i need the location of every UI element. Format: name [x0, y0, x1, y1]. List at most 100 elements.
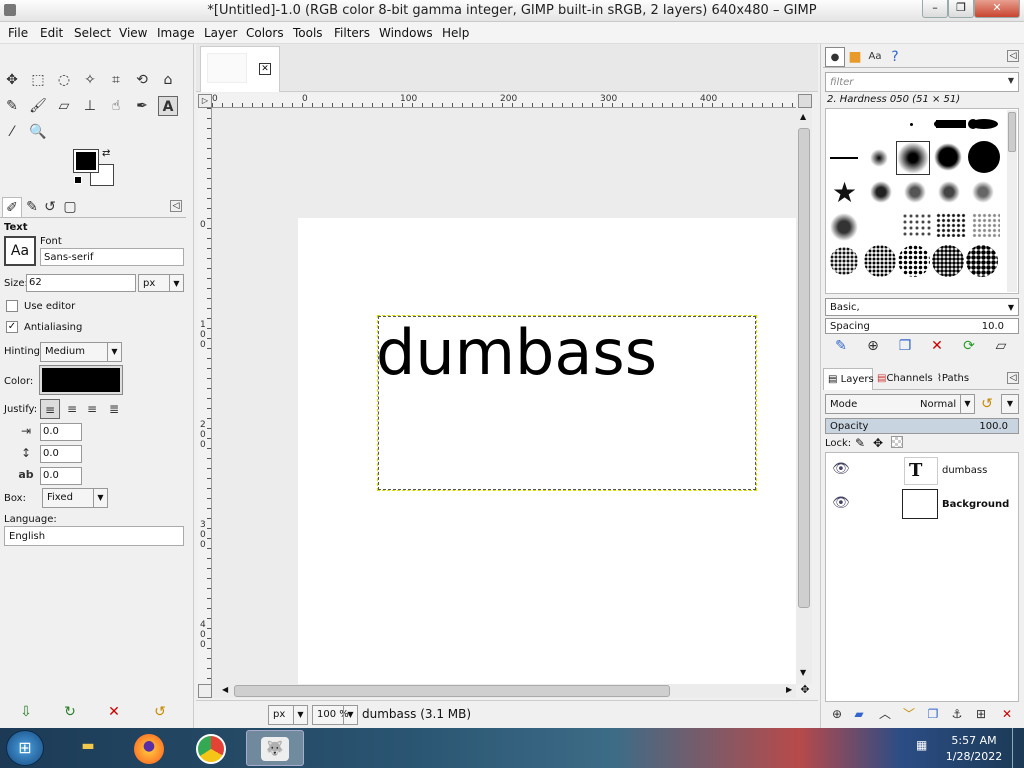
brush-item[interactable]: [972, 181, 994, 203]
minimize-button[interactable]: –: [922, 0, 948, 18]
layer-row[interactable]: 👁 Background: [826, 489, 1018, 521]
brush-item[interactable]: [936, 213, 966, 237]
layer-row[interactable]: 👁 T dumbass: [826, 455, 1018, 487]
brush-item[interactable]: [934, 143, 962, 171]
fuzzy-select-tool-icon[interactable]: ✧: [80, 70, 100, 90]
menu-help[interactable]: Help: [442, 26, 469, 40]
paintbrush-tool-icon[interactable]: 🖌: [28, 96, 48, 116]
letter-spacing-input[interactable]: 0.0: [40, 467, 82, 485]
zoom-focus-button[interactable]: [798, 94, 812, 108]
brushes-scrollbar[interactable]: [1007, 110, 1017, 292]
tab-layers[interactable]: ▤ Layers: [823, 368, 874, 390]
tab-menu-icon[interactable]: ◁: [170, 200, 182, 212]
zoom-tool-icon[interactable]: 🔍: [28, 122, 48, 142]
brushes-grid[interactable]: ★: [825, 108, 1019, 294]
new-brush-icon[interactable]: ⊕: [863, 336, 883, 356]
horizontal-ruler[interactable]: 0 0 100 200 300 400: [212, 94, 796, 108]
text-color-button[interactable]: [39, 365, 123, 395]
file-explorer-icon[interactable]: ▬: [70, 734, 106, 762]
tab-paths[interactable]: ⌇Paths: [935, 368, 985, 390]
language-input[interactable]: English: [4, 526, 184, 546]
start-button[interactable]: ⊞: [6, 730, 44, 766]
show-desktop-button[interactable]: [1012, 728, 1024, 768]
eraser-tool-icon[interactable]: ▱: [54, 96, 74, 116]
undo-history-tab-icon[interactable]: ↺: [40, 197, 60, 217]
color-picker-tool-icon[interactable]: ⁄: [2, 122, 22, 142]
warp-tool-icon[interactable]: ⌂: [158, 70, 178, 90]
brush-item[interactable]: [966, 245, 998, 277]
menu-windows[interactable]: Windows: [379, 26, 433, 40]
brush-item[interactable]: [972, 213, 1000, 237]
justify-fill-icon[interactable]: ≣: [104, 399, 124, 419]
brush-item[interactable]: [968, 141, 1000, 173]
layers-list[interactable]: 👁 T dumbass 👁 Background: [825, 452, 1019, 702]
refresh-brushes-icon[interactable]: ⟳: [959, 336, 979, 356]
brush-item[interactable]: [830, 247, 858, 275]
foreground-color-swatch[interactable]: [73, 149, 99, 173]
star-brush-icon[interactable]: ★: [832, 179, 857, 207]
font-preview-icon[interactable]: Aa: [4, 236, 36, 266]
delete-brush-icon[interactable]: ✕: [927, 336, 947, 356]
firefox-icon[interactable]: ●: [134, 734, 164, 764]
lower-layer-icon[interactable]: ﹀: [899, 704, 919, 724]
clone-tool-icon[interactable]: ⊥: [80, 96, 100, 116]
lasso-tool-icon[interactable]: ◌: [54, 70, 74, 90]
opacity-slider[interactable]: Opacity 100.0: [825, 418, 1019, 434]
restore-options-icon[interactable]: ↻: [60, 702, 80, 722]
vertical-ruler[interactable]: 0 100 200 300 400: [198, 108, 212, 684]
brush-item[interactable]: [830, 157, 858, 159]
spacing-slider[interactable]: Spacing 10.0: [825, 318, 1019, 334]
size-unit-select[interactable]: px ▼: [138, 274, 184, 292]
new-layer-group-icon[interactable]: ▰: [849, 704, 869, 724]
brush-item[interactable]: [970, 119, 998, 129]
network-icon[interactable]: ▦: [916, 738, 927, 752]
duplicate-layer-icon[interactable]: ❐: [923, 704, 943, 724]
brush-item[interactable]: [904, 181, 926, 203]
anchor-layer-icon[interactable]: ⚓: [947, 704, 967, 724]
device-status-tab-icon[interactable]: ✎: [22, 197, 42, 217]
justify-center-icon[interactable]: ≡: [82, 399, 102, 419]
crop-tool-icon[interactable]: ⌗: [106, 70, 126, 90]
wand-tool-icon[interactable]: ✎: [2, 96, 22, 116]
brush-item[interactable]: [870, 149, 888, 167]
lock-pixels-icon[interactable]: ✎: [855, 436, 865, 450]
open-brush-folder-icon[interactable]: ▱: [991, 336, 1011, 356]
brushes-scroll-thumb[interactable]: [1008, 112, 1016, 152]
help-tab-icon[interactable]: ?: [885, 47, 905, 67]
scroll-down-icon[interactable]: ▼: [800, 668, 806, 677]
menu-image[interactable]: Image: [157, 26, 195, 40]
scroll-right-icon[interactable]: ▶: [786, 685, 792, 694]
reset-options-icon[interactable]: ↺: [150, 702, 170, 722]
scroll-up-icon[interactable]: ▲: [800, 112, 806, 121]
brush-item[interactable]: [936, 120, 966, 128]
reset-mode-icon[interactable]: ↺: [977, 394, 997, 414]
lock-position-icon[interactable]: ✥: [873, 436, 883, 450]
duplicate-brush-icon[interactable]: ❐: [895, 336, 915, 356]
justify-right-icon[interactable]: ≡: [62, 399, 82, 419]
vertical-scrollbar[interactable]: ▲ ▼: [796, 108, 812, 684]
brush-item[interactable]: [870, 181, 892, 203]
scroll-left-icon[interactable]: ◀: [222, 685, 228, 694]
lock-alpha-icon[interactable]: [891, 436, 903, 448]
gimp-taskbar-button[interactable]: 🐺: [246, 730, 304, 766]
save-options-icon[interactable]: ⇩: [16, 702, 36, 722]
eye-icon[interactable]: 👁: [832, 461, 850, 477]
menu-tools[interactable]: Tools: [293, 26, 323, 40]
paths-tool-icon[interactable]: ✒: [132, 96, 152, 116]
menu-file[interactable]: File: [8, 26, 28, 40]
images-tab-icon[interactable]: ▢: [60, 197, 80, 217]
patterns-tab-icon[interactable]: ■: [845, 47, 865, 67]
justify-left-icon[interactable]: ≡: [40, 399, 60, 419]
brush-item[interactable]: [830, 213, 858, 241]
font-input[interactable]: Sans-serif: [40, 248, 184, 266]
edit-brush-icon[interactable]: ✎: [831, 336, 851, 356]
menu-view[interactable]: View: [119, 26, 147, 40]
tab-channels[interactable]: ▤Channels: [875, 368, 935, 390]
layer-name[interactable]: dumbass: [942, 465, 987, 476]
menu-filters[interactable]: Filters: [334, 26, 370, 40]
text-tool-icon[interactable]: A: [158, 96, 178, 116]
vertical-scroll-thumb[interactable]: [798, 128, 810, 608]
selected-brush-item[interactable]: [896, 141, 930, 175]
menu-select[interactable]: Select: [74, 26, 111, 40]
menu-layer[interactable]: Layer: [204, 26, 237, 40]
